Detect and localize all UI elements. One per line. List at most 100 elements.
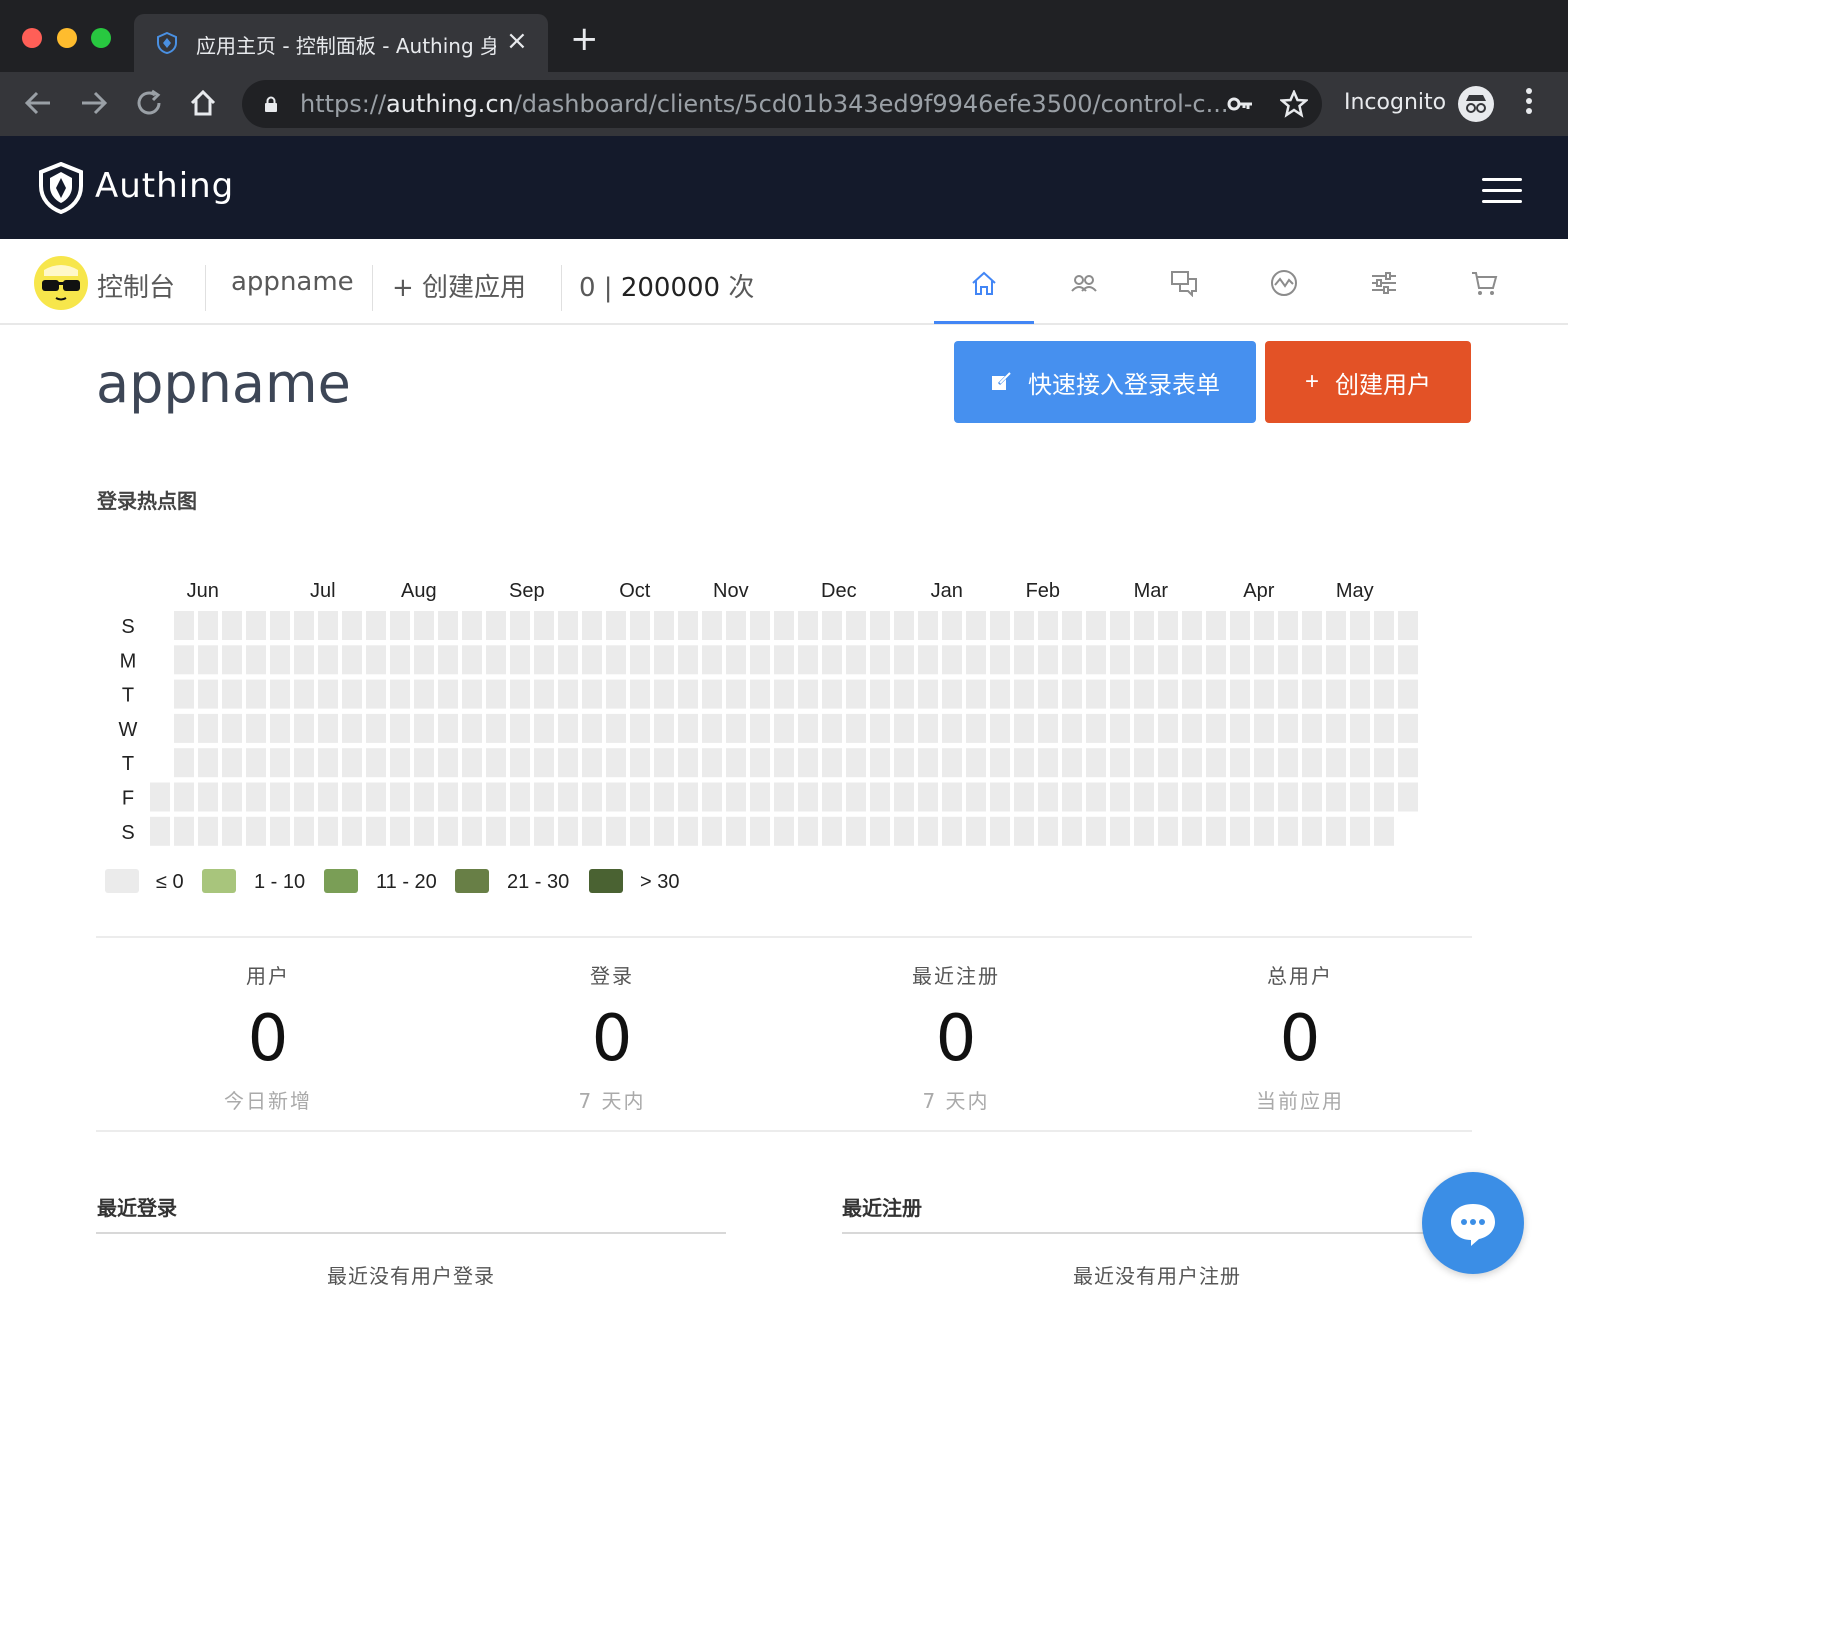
heatmap-cell (1038, 816, 1058, 846)
heatmap-cell (486, 713, 506, 743)
heatmap-cell (222, 713, 242, 743)
heatmap-cell (1302, 611, 1322, 640)
heatmap-cell (654, 679, 674, 709)
heatmap-cell (318, 713, 338, 743)
bookmark-star-icon[interactable] (1280, 90, 1308, 118)
heatmap-cell (1326, 679, 1346, 709)
heatmap-cell (1206, 679, 1226, 709)
chat-bubble-icon (1451, 1204, 1495, 1246)
heatmap-cell (846, 645, 866, 675)
new-tab-button[interactable]: + (570, 22, 599, 56)
tab-billing[interactable] (1434, 255, 1534, 321)
heatmap-cell (990, 679, 1010, 709)
quick-login-form-button[interactable]: 快速接入登录表单 (954, 341, 1256, 423)
heatmap-cell (390, 679, 410, 709)
heatmap-cell (1206, 713, 1226, 743)
heatmap-cell (846, 679, 866, 709)
heatmap-cell (342, 611, 362, 640)
heatmap-cell (1086, 748, 1106, 778)
key-icon[interactable] (1226, 92, 1254, 116)
home-browser-icon[interactable] (188, 88, 218, 118)
legend-swatch (105, 869, 139, 893)
heatmap-cell (1158, 748, 1178, 778)
heatmap-cell (654, 611, 674, 640)
heatmap-cell (846, 713, 866, 743)
heatmap-cell (1398, 679, 1418, 709)
heatmap-cell (270, 782, 290, 812)
heatmap-cell (750, 645, 770, 675)
tab-analytics[interactable] (1234, 255, 1334, 321)
heatmap-cell (654, 713, 674, 743)
tab-home[interactable] (934, 255, 1034, 324)
address-bar[interactable]: https://authing.cn/dashboard/clients/5cd… (242, 80, 1322, 128)
tab-close-icon[interactable]: × (506, 26, 528, 56)
heatmap-cell (366, 645, 386, 675)
heatmap-cell (414, 645, 434, 675)
legend-label: > 30 (640, 871, 679, 893)
heatmap-cell (846, 816, 866, 846)
heatmap-cell (366, 611, 386, 640)
forward-icon[interactable] (80, 88, 108, 118)
incognito-icon[interactable] (1458, 86, 1494, 122)
heatmap-cell (942, 645, 962, 675)
hamburger-menu-icon[interactable] (1482, 178, 1522, 211)
heatmap-cell (558, 782, 578, 812)
maximize-window-button[interactable] (91, 28, 111, 48)
create-user-button[interactable]: + 创建用户 (1265, 341, 1471, 423)
tab-settings[interactable] (1334, 255, 1434, 321)
heatmap-cell (534, 748, 554, 778)
close-window-button[interactable] (22, 28, 42, 48)
brand-name[interactable]: Authing (95, 166, 234, 206)
app-header: Authing (0, 136, 1568, 239)
heatmap-cell (390, 816, 410, 846)
heatmap-cell (534, 611, 554, 640)
heatmap-cell (1350, 645, 1370, 675)
current-app-name[interactable]: appname (231, 267, 354, 297)
heatmap-cell (1038, 645, 1058, 675)
heatmap-cell (726, 611, 746, 640)
browser-tab[interactable]: 应用主页 - 控制面板 - Authing 身 × (134, 14, 548, 72)
heatmap-cell (630, 645, 650, 675)
legend-swatch (202, 869, 236, 893)
stat-value: 0 (591, 1002, 633, 1076)
heatmap-cell (1086, 611, 1106, 640)
authing-logo-icon[interactable] (38, 162, 84, 214)
heatmap-cell (390, 782, 410, 812)
chat-support-button[interactable] (1422, 1172, 1524, 1274)
tab-users[interactable] (1034, 255, 1134, 321)
minimize-window-button[interactable] (57, 28, 77, 48)
heatmap-cell (1014, 816, 1034, 846)
heatmap-cell (294, 679, 314, 709)
back-icon[interactable] (24, 88, 52, 118)
menu-kebab-icon[interactable] (1524, 86, 1534, 116)
heatmap-cell (630, 611, 650, 640)
divider (561, 265, 562, 311)
avatar[interactable] (34, 256, 88, 310)
analytics-icon (1271, 270, 1297, 296)
heatmap-cell (1062, 679, 1082, 709)
month-label: Oct (619, 580, 651, 602)
reload-icon[interactable] (134, 88, 164, 118)
heatmap-cell (990, 645, 1010, 675)
tab-messages[interactable] (1134, 255, 1234, 321)
heatmap-cell (582, 816, 602, 846)
heatmap-cell (1398, 611, 1418, 640)
heatmap-cell (1158, 645, 1178, 675)
heatmap-cell (702, 782, 722, 812)
heatmap-cell (438, 679, 458, 709)
heatmap-cell (1110, 713, 1130, 743)
heatmap-cell (1326, 645, 1346, 675)
heatmap-cell (342, 782, 362, 812)
heatmap-cell (1134, 816, 1154, 846)
heatmap-cell (678, 816, 698, 846)
heatmap-cell (582, 679, 602, 709)
heatmap-cell (678, 645, 698, 675)
heatmap-cell (558, 748, 578, 778)
console-link[interactable]: 控制台 (97, 267, 175, 304)
heatmap-cell (558, 713, 578, 743)
create-app-link[interactable]: + 创建应用 (392, 267, 526, 304)
heatmap-cell (846, 748, 866, 778)
page-title: appname (96, 352, 351, 415)
stat-sub: 7 天内 (922, 1089, 990, 1113)
heatmap-cell (1182, 748, 1202, 778)
